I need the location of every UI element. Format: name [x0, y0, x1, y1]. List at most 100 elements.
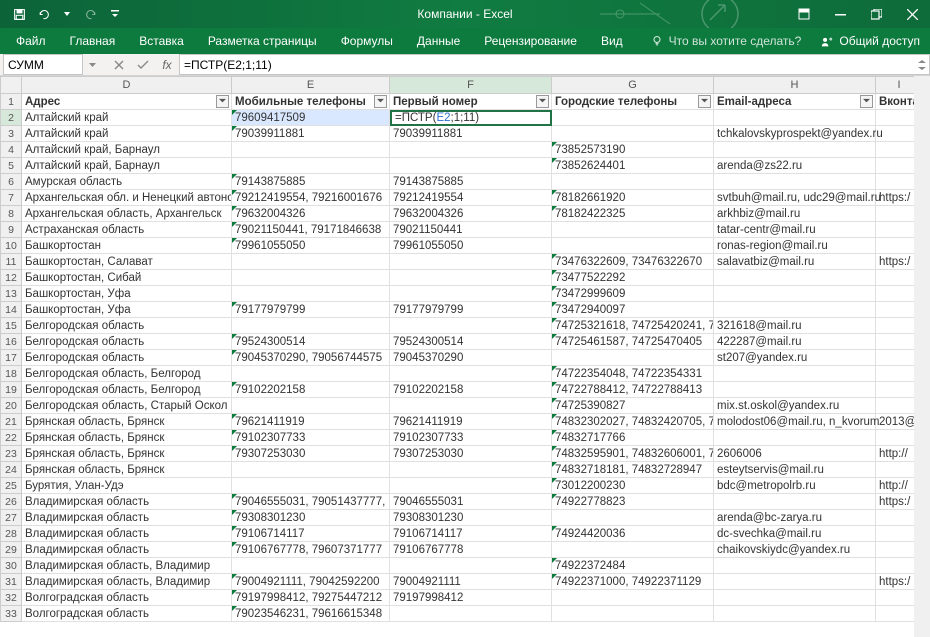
- cell[interactable]: 79621411919: [232, 414, 390, 430]
- cell[interactable]: [232, 478, 390, 494]
- row-header[interactable]: 18: [0, 366, 22, 382]
- cell[interactable]: [714, 430, 876, 446]
- cell[interactable]: Башкортостан, Салават: [22, 254, 232, 270]
- cell[interactable]: 79046555031, 79051437777, 7905: [232, 494, 390, 510]
- header-cell[interactable]: Мобильные телефоны: [232, 94, 390, 110]
- cell[interactable]: [390, 142, 552, 158]
- cell[interactable]: [552, 110, 714, 126]
- cell[interactable]: 73852573190: [552, 142, 714, 158]
- cell[interactable]: 74922372484: [552, 558, 714, 574]
- row-header[interactable]: 11: [0, 254, 22, 270]
- cell[interactable]: 74832717766: [552, 430, 714, 446]
- row-header[interactable]: 33: [0, 606, 22, 622]
- filter-dropdown-icon[interactable]: [374, 95, 387, 108]
- undo-dropdown-icon[interactable]: [56, 3, 78, 25]
- cell[interactable]: 74725321618, 74725420241, 7472: [552, 318, 714, 334]
- cell[interactable]: Алтайский край: [22, 126, 232, 142]
- cell[interactable]: [232, 270, 390, 286]
- cell[interactable]: Башкортостан, Уфа: [22, 286, 232, 302]
- cell[interactable]: 79143875885: [390, 174, 552, 190]
- cell[interactable]: [390, 318, 552, 334]
- cell[interactable]: molodost06@mail.ru, n_kvorum: [714, 414, 876, 430]
- cell[interactable]: 74832302027, 74832420705, 7483: [552, 414, 714, 430]
- tab-file[interactable]: Файл: [4, 28, 58, 54]
- cell[interactable]: 79021150441: [390, 222, 552, 238]
- cell[interactable]: [232, 286, 390, 302]
- cell[interactable]: 79621411919: [390, 414, 552, 430]
- cell[interactable]: [714, 494, 876, 510]
- cell[interactable]: [232, 462, 390, 478]
- maximize-icon[interactable]: [858, 0, 894, 28]
- cell[interactable]: 79106714117: [232, 526, 390, 542]
- cell[interactable]: Архангельская область, Архангельск: [22, 206, 232, 222]
- cell[interactable]: [232, 398, 390, 414]
- cell[interactable]: [552, 222, 714, 238]
- tab-view[interactable]: Вид: [589, 28, 635, 54]
- cell[interactable]: [552, 510, 714, 526]
- cell[interactable]: 321618@mail.ru: [714, 318, 876, 334]
- row-header[interactable]: 27: [0, 510, 22, 526]
- row-header[interactable]: 10: [0, 238, 22, 254]
- cell[interactable]: Архангельская обл. и Ненецкий автоном: [22, 190, 232, 206]
- cell[interactable]: [714, 606, 876, 622]
- ribbon-display-options-icon[interactable]: [786, 0, 822, 28]
- cell[interactable]: 73852624401: [552, 158, 714, 174]
- cell[interactable]: 79177979799: [232, 302, 390, 318]
- column-header-H[interactable]: H: [714, 76, 876, 94]
- cell[interactable]: Брянская область, Брянск: [22, 430, 232, 446]
- cell[interactable]: [390, 462, 552, 478]
- cell[interactable]: 79106714117: [390, 526, 552, 542]
- row-header[interactable]: 15: [0, 318, 22, 334]
- row-header[interactable]: 24: [0, 462, 22, 478]
- cell[interactable]: Белгородская область, Белгород: [22, 382, 232, 398]
- save-icon[interactable]: [8, 3, 30, 25]
- cell[interactable]: Брянская область, Брянск: [22, 446, 232, 462]
- cell[interactable]: Владимирская область: [22, 542, 232, 558]
- cell[interactable]: 79102307733: [232, 430, 390, 446]
- cell[interactable]: 74725390827: [552, 398, 714, 414]
- cell[interactable]: Алтайский край, Барнаул: [22, 158, 232, 174]
- row-header[interactable]: 3: [0, 126, 22, 142]
- cell[interactable]: 79197998412, 79275447212: [232, 590, 390, 606]
- cell[interactable]: 79143875885: [232, 174, 390, 190]
- cell[interactable]: [232, 318, 390, 334]
- row-header[interactable]: 21: [0, 414, 22, 430]
- column-header-F[interactable]: F: [390, 76, 552, 94]
- cell[interactable]: 79524300514: [232, 334, 390, 350]
- cell[interactable]: 73472940097: [552, 302, 714, 318]
- row-header[interactable]: 6: [0, 174, 22, 190]
- cell[interactable]: Белгородская область: [22, 318, 232, 334]
- cell[interactable]: 2606006: [714, 446, 876, 462]
- name-box-dropdown-icon[interactable]: [85, 54, 99, 75]
- cell[interactable]: Владимирская область, Владимир: [22, 558, 232, 574]
- cell[interactable]: 79524300514: [390, 334, 552, 350]
- header-cell[interactable]: Городские телефоны: [552, 94, 714, 110]
- cell[interactable]: [714, 366, 876, 382]
- row-header[interactable]: 32: [0, 590, 22, 606]
- formula-expand-icon[interactable]: [914, 54, 930, 75]
- cell[interactable]: arkhbiz@mail.ru: [714, 206, 876, 222]
- cell[interactable]: Владимирская область: [22, 510, 232, 526]
- cell[interactable]: Амурская область: [22, 174, 232, 190]
- tab-insert[interactable]: Вставка: [127, 28, 196, 54]
- row-header[interactable]: 17: [0, 350, 22, 366]
- cell[interactable]: 79197998412: [390, 590, 552, 606]
- row-header[interactable]: 8: [0, 206, 22, 222]
- row-header[interactable]: 25: [0, 478, 22, 494]
- cell[interactable]: [232, 158, 390, 174]
- cell[interactable]: 74722354048, 74722354331: [552, 366, 714, 382]
- cell[interactable]: =ПСТР(E2;1;11): [390, 110, 552, 126]
- cell[interactable]: [552, 238, 714, 254]
- cell[interactable]: 79039911881: [232, 126, 390, 142]
- cell[interactable]: [552, 174, 714, 190]
- row-header[interactable]: 5: [0, 158, 22, 174]
- formula-input[interactable]: =ПСТР(E2;1;11): [179, 54, 914, 75]
- tell-me-search[interactable]: Что вы хотите сделать?: [651, 34, 802, 48]
- filter-dropdown-icon[interactable]: [536, 95, 549, 108]
- row-header[interactable]: 22: [0, 430, 22, 446]
- fx-icon[interactable]: fx: [155, 54, 179, 75]
- cell[interactable]: 79307253030: [390, 446, 552, 462]
- cell[interactable]: salavatbiz@mail.ru: [714, 254, 876, 270]
- cell[interactable]: [714, 286, 876, 302]
- share-button[interactable]: Общий доступ: [821, 34, 920, 48]
